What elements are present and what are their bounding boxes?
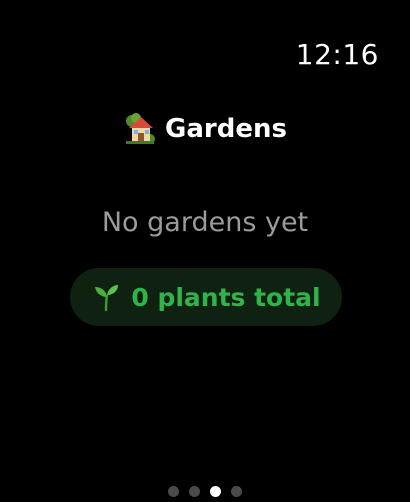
page-dot-4[interactable] <box>231 486 242 497</box>
plants-total-badge[interactable]: 0 plants total <box>70 268 342 326</box>
house-with-garden-icon <box>123 112 157 146</box>
page-dot-3-active[interactable] <box>210 486 221 497</box>
empty-state-message: No gardens yet <box>101 207 309 238</box>
plants-total-label: 0 plants total <box>131 282 321 312</box>
page-title: Gardens <box>0 112 410 146</box>
page-indicator[interactable] <box>0 486 410 497</box>
page-title-text: Gardens <box>165 114 287 144</box>
page-dot-2[interactable] <box>189 486 200 497</box>
page-dot-1[interactable] <box>168 486 179 497</box>
status-time: 12:16 <box>295 38 379 71</box>
seedling-icon <box>91 282 121 312</box>
